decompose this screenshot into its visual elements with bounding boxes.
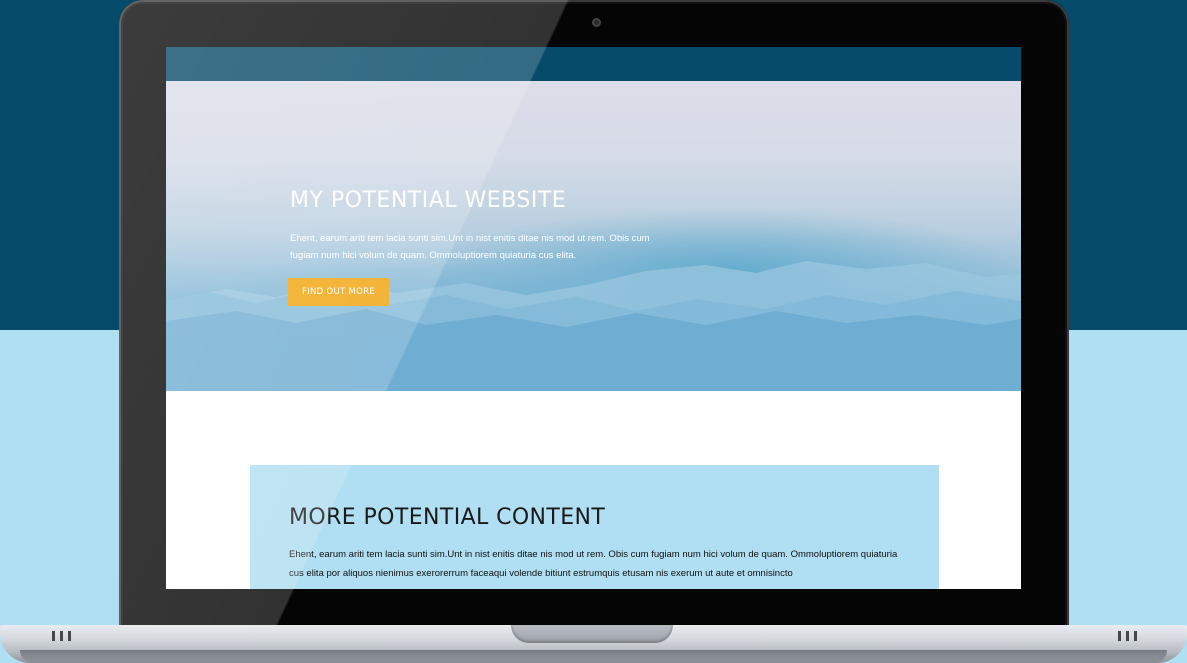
hero-title: MY POTENTIAL WEBSITE	[290, 188, 567, 213]
camera-icon	[592, 18, 601, 27]
laptop-screen: MY POTENTIAL WEBSITE Ehent, earum ariti …	[166, 47, 1021, 589]
site-nav-bar	[166, 47, 1021, 81]
content-text: Ehent, earum ariti tem lacia sunti sim.U…	[289, 549, 898, 579]
hero-section: MY POTENTIAL WEBSITE Ehent, earum ariti …	[166, 81, 1021, 391]
laptop-base-shadow	[20, 650, 1167, 663]
content-title: MORE POTENTIAL CONTENT	[289, 505, 606, 530]
laptop-notch	[511, 625, 673, 643]
hero-text: Ehent, earum ariti tem lacia sunti sim.U…	[290, 233, 650, 261]
content-box: MORE POTENTIAL CONTENT Ehent, earum arit…	[250, 465, 939, 589]
vent-icon	[52, 631, 71, 641]
find-out-more-button[interactable]: FIND OUT MORE	[288, 278, 389, 306]
vent-icon	[1118, 631, 1137, 641]
laptop-lid: MY POTENTIAL WEBSITE Ehent, earum ariti …	[119, 0, 1069, 632]
